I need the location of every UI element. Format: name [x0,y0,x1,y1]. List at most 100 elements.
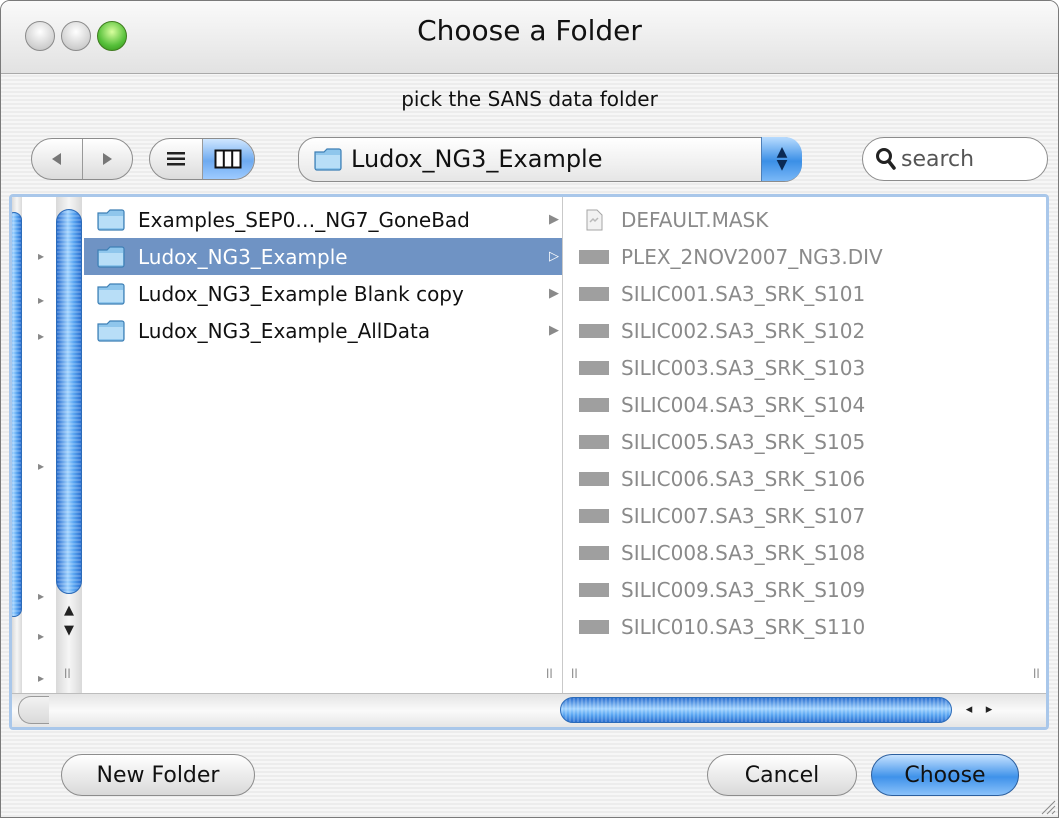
parent-row-marker: ▸ [38,293,45,307]
file-icon [579,247,609,267]
choose-folder-dialog: Choose a Folder pick the SANS data folde… [0,0,1059,818]
folder-icon [314,148,342,171]
file-row[interactable]: SILIC006.SA3_SRK_S106 [563,460,1013,497]
folder-row-selected[interactable]: Ludox_NG3_Example ▷ [84,238,562,275]
file-icon [579,469,609,489]
dialog-prompt: pick the SANS data folder [401,87,658,111]
list-view-icon [166,152,185,166]
list-view-button[interactable] [150,139,202,179]
scroll-up-arrow-icon[interactable]: ▲ [60,602,78,620]
column-browser: ▸ ▸ ▸ ▸ ▸ ▸ ▸ ▲ ▼ ll Examples_SEP0…_NG7_… [9,194,1049,730]
file-label: SILIC010.SA3_SRK_S110 [621,614,866,639]
file-label: SILIC009.SA3_SRK_S109 [621,577,866,602]
file-label: SILIC002.SA3_SRK_S102 [621,318,866,343]
folder-icon [97,319,125,342]
scroll-right-arrow-icon[interactable]: ▸ [980,701,998,719]
scroll-left-arrow-icon[interactable]: ◂ [960,701,978,719]
folder-row[interactable]: Examples_SEP0…_NG7_GoneBad ▶ [84,201,562,238]
file-icon [579,432,609,452]
horizontal-scrollbar[interactable]: ◂ ▸ [12,693,1046,727]
column-view-icon [214,149,242,169]
forward-button[interactable] [81,139,133,179]
file-row[interactable]: SILIC008.SA3_SRK_S108 [563,534,1013,571]
scroll-down-arrow-icon[interactable]: ▼ [60,622,78,640]
new-folder-button[interactable]: New Folder [61,754,255,796]
file-row[interactable]: SILIC010.SA3_SRK_S110 [563,608,1013,645]
file-icon [579,321,609,341]
file-label: SILIC003.SA3_SRK_S103 [621,355,866,380]
folder-label: Examples_SEP0…_NG7_GoneBad [138,207,470,232]
search-icon [876,148,896,170]
file-row[interactable]: SILIC007.SA3_SRK_S107 [563,497,1013,534]
parent-row-marker: ▸ [38,329,45,343]
file-row[interactable]: SILIC002.SA3_SRK_S102 [563,312,1013,349]
choose-button[interactable]: Choose [871,754,1019,796]
disclosure-triangle-icon: ▶ [549,323,559,338]
back-arrow-icon [51,153,61,165]
file-icon [579,580,609,600]
file-row[interactable]: PLEX_2NOV2007_NG3.DIV [563,238,1013,275]
file-label: PLEX_2NOV2007_NG3.DIV [621,244,883,269]
file-row[interactable]: DEFAULT.MASK [563,201,1013,238]
file-label: DEFAULT.MASK [621,207,769,232]
horizontal-scroll-thumb[interactable] [560,697,952,723]
parent-row-marker: ▸ [38,249,45,263]
parent-scroll-thumb[interactable] [12,212,22,617]
disclosure-triangle-icon: ▶ [549,286,559,301]
file-row[interactable]: SILIC001.SA3_SRK_S101 [563,275,1013,312]
parent-row-marker: ▸ [38,671,45,685]
folder-label: Ludox_NG3_Example_AllData [138,318,431,343]
parent-row-marker: ▸ [38,629,45,643]
file-row[interactable]: SILIC004.SA3_SRK_S104 [563,386,1013,423]
resize-grip-icon[interactable] [1038,797,1056,815]
folder-icon [97,208,125,231]
search-field[interactable] [862,137,1048,181]
file-label: SILIC007.SA3_SRK_S107 [621,503,866,528]
disclosure-triangle-icon: ▶ [549,212,559,227]
folder-icon [97,282,125,305]
file-row[interactable]: SILIC003.SA3_SRK_S103 [563,349,1013,386]
column-resize-grip-icon[interactable]: ll [571,667,578,681]
view-mode-control [149,138,255,180]
file-icon [579,617,609,637]
file-icon [579,358,609,378]
file-label: SILIC001.SA3_SRK_S101 [621,281,866,306]
file-icon [579,395,609,415]
column-view-button[interactable] [201,139,254,179]
disclosure-triangle-icon: ▷ [549,249,559,264]
back-button[interactable] [32,139,82,179]
file-label: SILIC008.SA3_SRK_S108 [621,540,866,565]
forward-arrow-icon [103,153,113,165]
location-popup[interactable]: Ludox_NG3_Example ▲ ▼ [298,137,802,182]
back-forward-control [31,138,133,180]
title-bar: Choose a Folder [1,1,1058,74]
document-icon [579,209,609,230]
parent-column[interactable]: ▸ ▸ ▸ ▸ ▸ ▸ ▸ ▲ ▼ ll [12,197,85,693]
column-a-scroll-thumb[interactable] [56,209,82,594]
files-column: DEFAULT.MASK PLEX_2NOV2007_NG3.DIV SILIC… [563,197,1046,693]
scroll-track-start [18,696,49,724]
search-input[interactable] [901,146,1039,172]
parent-row-marker: ▸ [38,459,45,473]
file-icon [579,506,609,526]
column-resize-grip-icon[interactable]: ll [546,667,553,681]
folder-row[interactable]: Ludox_NG3_Example Blank copy ▶ [84,275,562,312]
file-label: SILIC005.SA3_SRK_S105 [621,429,866,454]
column-resize-grip-icon[interactable]: ll [64,667,71,681]
folders-column: Examples_SEP0…_NG7_GoneBad ▶ Ludox_NG3_E… [84,197,563,693]
file-icon [579,543,609,563]
file-row[interactable]: SILIC009.SA3_SRK_S109 [563,571,1013,608]
cancel-button[interactable]: Cancel [707,754,857,796]
parent-row-marker: ▸ [38,589,45,603]
file-row[interactable]: SILIC005.SA3_SRK_S105 [563,423,1013,460]
folder-row[interactable]: Ludox_NG3_Example_AllData ▶ [84,312,562,349]
column-resize-grip-icon[interactable]: ll [1033,667,1040,681]
folder-icon [97,245,125,268]
popup-arrows-icon: ▲ ▼ [761,137,802,181]
folder-label: Ludox_NG3_Example [138,244,348,269]
folder-label: Ludox_NG3_Example Blank copy [138,281,464,306]
window-title: Choose a Folder [417,14,642,47]
file-label: SILIC004.SA3_SRK_S104 [621,392,866,417]
file-icon [579,284,609,304]
location-label: Ludox_NG3_Example [351,145,603,173]
